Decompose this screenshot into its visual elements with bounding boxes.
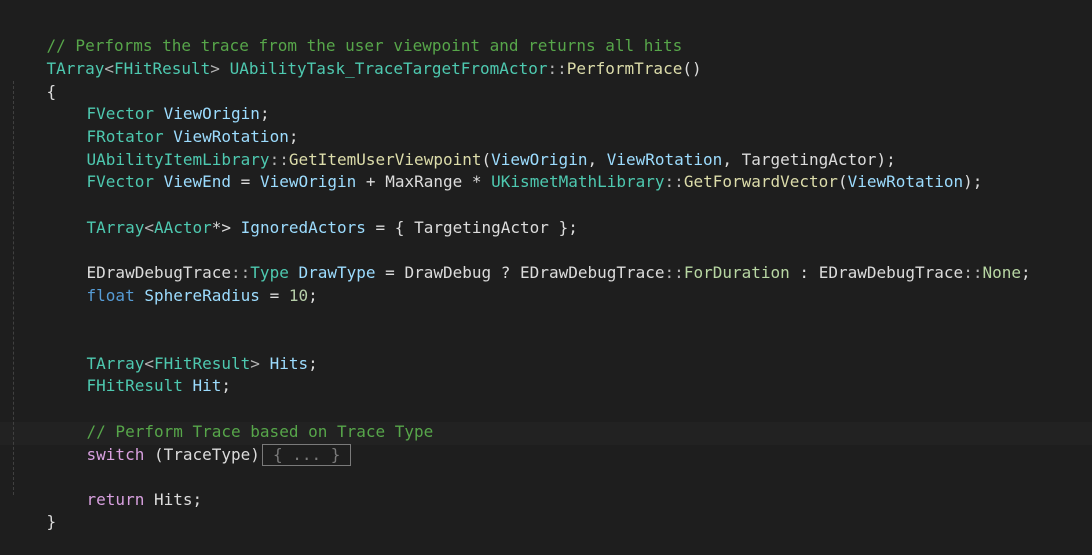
collapsed-block-button[interactable]: { ... } xyxy=(261,444,352,466)
type-token: FHitResult xyxy=(113,59,211,78)
punct-token: }; xyxy=(548,218,578,237)
operator-token: = xyxy=(259,286,289,305)
variable-token: SphereRadius xyxy=(144,286,260,305)
variable-token: Hit xyxy=(192,376,222,395)
punct-token: *> xyxy=(211,218,232,237)
punct-token: ; xyxy=(1020,263,1031,282)
type-token: FVector xyxy=(86,172,154,191)
code-line-9[interactable]: TArray<AActor*> IgnoredActors = { Target… xyxy=(8,195,578,237)
code-line-12[interactable]: float SphereRadius = 10; xyxy=(8,263,318,305)
enum-token: EDrawDebugTrace xyxy=(818,263,964,282)
operator-token: = { xyxy=(365,218,415,237)
scope-token: :: xyxy=(664,263,684,282)
function-token: GetForwardVector xyxy=(683,172,838,191)
type-token: FHitResult xyxy=(86,376,183,395)
number-token: 10 xyxy=(288,286,309,305)
type-token: TArray xyxy=(86,218,145,237)
brace-token: } xyxy=(46,512,57,531)
enum-value-token: None xyxy=(982,263,1021,282)
scope-token: :: xyxy=(963,263,983,282)
variable-token: IgnoredActors xyxy=(240,218,366,237)
variable-token: Hits xyxy=(269,354,309,373)
scope-token: :: xyxy=(547,59,567,78)
operator-token: * xyxy=(462,172,492,191)
variable-token: ViewEnd xyxy=(163,172,232,191)
code-line-6[interactable]: UAbilityItemLibrary::GetItemUserViewpoin… xyxy=(8,127,896,169)
code-line-11[interactable]: EDrawDebugTrace::Type DrawType = DrawDeb… xyxy=(8,240,1031,282)
code-line-19[interactable]: switch (TraceType){ ... } xyxy=(8,422,352,466)
operator-token: = xyxy=(231,172,260,191)
punct-token: ; xyxy=(308,286,318,305)
punct-token: ; xyxy=(308,354,318,373)
function-token: PerformTrace xyxy=(566,59,683,78)
enum-value-token: ForDuration xyxy=(683,263,790,282)
code-line-18[interactable]: // Perform Trace based on Trace Type xyxy=(8,399,434,441)
code-line-4[interactable]: FVector ViewOrigin; xyxy=(8,81,270,123)
operator-token: + xyxy=(356,172,386,191)
punct-token: ; xyxy=(192,490,203,509)
variable-token: ViewOrigin xyxy=(259,172,357,191)
operator-token: : xyxy=(789,263,819,282)
punct-token: ( xyxy=(837,172,848,191)
punct-token: ) xyxy=(250,445,260,464)
code-line-1[interactable]: // Performs the trace from the user view… xyxy=(8,13,683,55)
code-line-3[interactable]: { xyxy=(8,59,57,101)
code-line-5[interactable]: FRotator ViewRotation; xyxy=(8,104,299,146)
variable-token: TraceType xyxy=(163,445,251,464)
variable-token: ViewRotation xyxy=(847,172,964,191)
class-token: UAbilityTask_TraceTargetFromActor xyxy=(229,59,548,78)
code-line-2[interactable]: TArray<FHitResult> UAbilityTask_TraceTar… xyxy=(8,36,702,78)
punct-token: > xyxy=(250,354,260,373)
code-line-21[interactable]: return Hits; xyxy=(8,467,203,509)
punct-token: < xyxy=(104,59,114,78)
scope-token: :: xyxy=(664,172,684,191)
punct-token: > xyxy=(210,59,220,78)
enum-token: EDrawDebugTrace xyxy=(520,263,665,282)
variable-token: MaxRange xyxy=(385,172,463,191)
punct-token: ; xyxy=(221,376,232,395)
variable-token: TargetingActor xyxy=(414,218,549,237)
punct-token: ); xyxy=(963,172,983,191)
type-token: AActor xyxy=(153,218,212,237)
code-line-7[interactable]: FVector ViewEnd = ViewOrigin + MaxRange … xyxy=(8,149,983,191)
code-editor[interactable]: // Performs the trace from the user view… xyxy=(0,0,1092,531)
code-line-22[interactable]: } xyxy=(8,489,57,531)
punct-token: < xyxy=(144,218,154,237)
punct-token: ( xyxy=(144,445,164,464)
class-token: UKismetMathLibrary xyxy=(491,172,665,191)
keyword-token: switch xyxy=(86,445,145,464)
operator-token: ? xyxy=(491,263,521,282)
keyword-token: float xyxy=(86,286,135,305)
punct-token: () xyxy=(682,59,702,78)
keyword-token: return xyxy=(86,490,145,509)
variable-token: DrawDebug xyxy=(404,263,492,282)
code-line-15[interactable]: TArray<FHitResult> Hits; xyxy=(8,331,318,373)
operator-token: = xyxy=(375,263,405,282)
variable-token: Hits xyxy=(153,490,193,509)
code-line-16[interactable]: FHitResult Hit; xyxy=(8,353,232,395)
